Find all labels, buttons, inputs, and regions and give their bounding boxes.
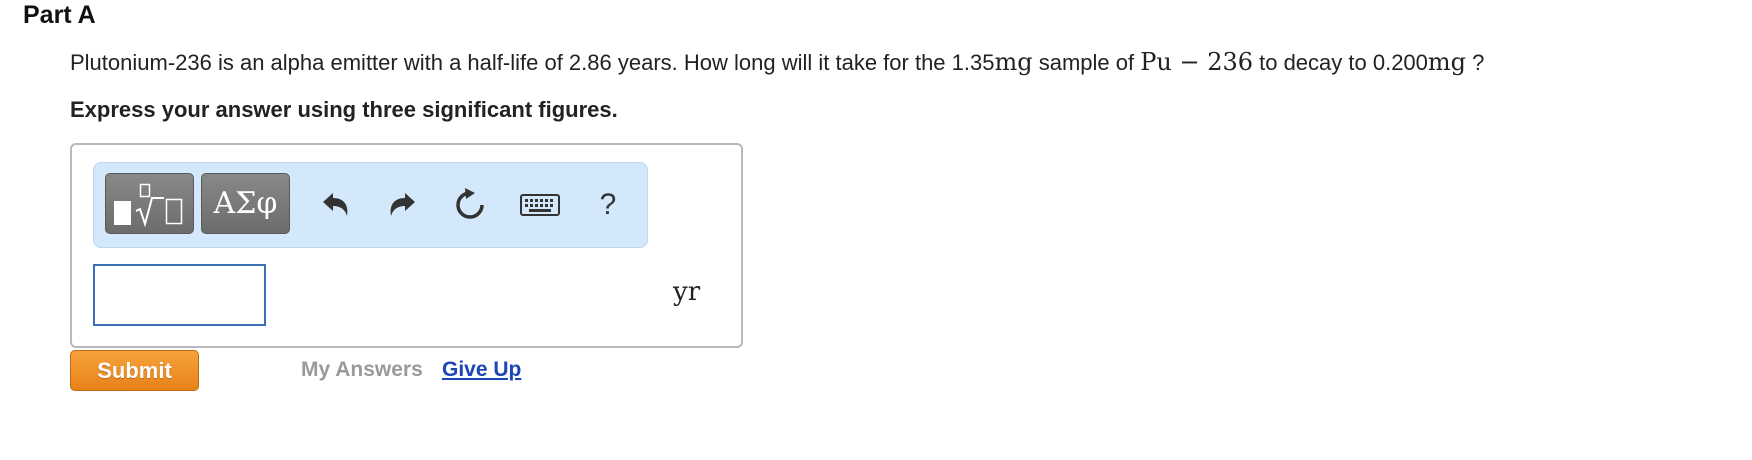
unit-mg: mg	[1427, 48, 1467, 76]
question-text-before: Plutonium-236 is an alpha emitter with a…	[70, 50, 995, 75]
reset-icon	[456, 188, 484, 219]
reset-button[interactable]	[448, 183, 492, 227]
keyboard-icon	[520, 194, 560, 216]
greek-symbols-button[interactable]: ΑΣφ	[201, 173, 290, 234]
part-title: Part A	[23, 1, 96, 29]
templates-button[interactable]	[105, 173, 194, 234]
unit-mg: mg	[994, 48, 1033, 76]
question-text-mid: sample of	[1032, 50, 1141, 75]
answer-unit: yr	[673, 277, 701, 307]
question-text: Plutonium-236 is an alpha emitter with a…	[70, 48, 1484, 77]
redo-button[interactable]	[380, 183, 424, 227]
help-button[interactable]: ?	[586, 183, 630, 227]
my-answers-link[interactable]: My Answers	[301, 358, 423, 382]
math-toolbar: ΑΣφ ?	[93, 162, 648, 248]
question-text-after: to decay to 0.200	[1253, 50, 1428, 75]
isotope-formula: Pu − 236	[1140, 48, 1253, 76]
question-mark: ?	[1466, 50, 1485, 75]
keyboard-button[interactable]	[518, 183, 562, 227]
instruction-text: Express your answer using three signific…	[70, 97, 618, 122]
submit-button[interactable]: Submit	[70, 350, 199, 391]
give-up-link[interactable]: Give Up	[442, 358, 521, 382]
answer-box: ΑΣφ ? yr	[70, 143, 743, 348]
undo-button[interactable]	[314, 183, 358, 227]
redo-icon	[390, 193, 415, 216]
undo-icon	[323, 193, 348, 216]
templates-icon	[113, 183, 182, 227]
answer-input[interactable]	[93, 264, 266, 326]
